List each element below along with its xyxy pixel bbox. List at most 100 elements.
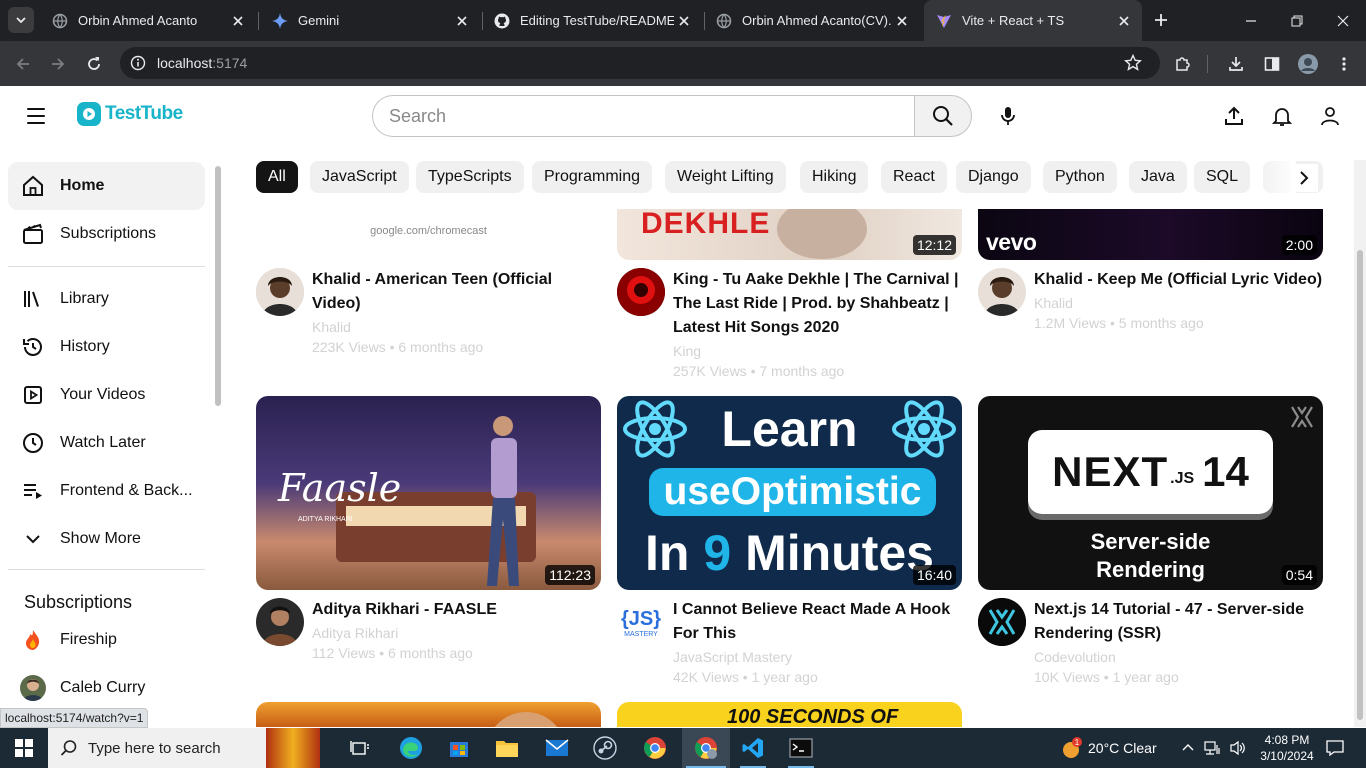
video-title[interactable]: Khalid - American Teen (Official Video) (312, 268, 602, 316)
network-icon[interactable] (1200, 728, 1224, 768)
channel-avatar[interactable]: {JS} MASTERY (617, 598, 665, 646)
video-title[interactable]: Next.js 14 Tutorial - 47 - Server-side R… (1034, 598, 1324, 646)
taskbar-search-box[interactable]: Type here to search (48, 728, 320, 768)
sidebar-item-home[interactable]: Home (8, 162, 205, 210)
search-button[interactable] (914, 95, 972, 137)
category-pill[interactable]: All (256, 161, 298, 193)
browser-tab[interactable]: Orbin Ahmed Acanto(CV).pc (704, 0, 920, 41)
sidebar-item-subscriptions[interactable]: Subscriptions (8, 210, 205, 258)
channel-name[interactable]: Khalid (312, 319, 351, 335)
taskbar-app-chrome[interactable] (634, 728, 676, 768)
subscription-item[interactable]: Caleb Curry (8, 664, 205, 712)
close-window-button[interactable] (1320, 0, 1366, 41)
sidebar-item-playlist[interactable]: Frontend & Back... (8, 467, 205, 515)
channel-name[interactable]: JavaScript Mastery (673, 649, 792, 665)
category-pill[interactable]: Hiking (800, 161, 869, 193)
tab-search-button[interactable] (8, 7, 34, 33)
voice-search-button[interactable] (995, 103, 1021, 129)
sidebar-item-history[interactable]: History (8, 323, 205, 371)
video-title[interactable]: Aditya Rikhari - FAASLE (312, 598, 602, 622)
category-pill[interactable]: JavaScript (310, 161, 409, 193)
video-thumbnail[interactable] (256, 702, 601, 727)
upload-button[interactable] (1221, 103, 1247, 129)
sidebar-item-library[interactable]: Library (8, 275, 205, 323)
taskbar-app-chrome-active[interactable] (682, 728, 730, 768)
channel-name[interactable]: Codevolution (1034, 649, 1116, 665)
category-pill[interactable]: Programming (532, 161, 653, 193)
video-thumbnail[interactable]: DEKHLE 12:12 (617, 209, 962, 260)
video-thumbnail[interactable]: 100 SECONDS OF (617, 702, 962, 727)
category-pill[interactable]: Django (956, 161, 1031, 193)
tray-expand-button[interactable] (1178, 728, 1198, 768)
bookmark-star-icon[interactable] (1124, 53, 1142, 77)
taskbar-clock[interactable]: 4:08 PM 3/10/2024 (1254, 728, 1320, 768)
minimize-window-button[interactable] (1228, 0, 1274, 41)
page-scrollbar[interactable] (1354, 160, 1366, 727)
channel-avatar[interactable] (256, 268, 304, 316)
video-title[interactable]: Khalid - Keep Me (Official Lyric Video) (1034, 268, 1324, 292)
site-info-icon[interactable] (130, 55, 146, 76)
back-button[interactable] (10, 51, 36, 77)
search-input[interactable] (372, 95, 915, 137)
taskbar-app-vscode[interactable] (732, 728, 774, 768)
close-tab-icon[interactable] (452, 11, 472, 31)
weather-widget-icon[interactable]: 1 (1056, 728, 1086, 768)
sidebar-scrollbar-thumb[interactable] (215, 166, 221, 406)
restore-window-button[interactable] (1274, 0, 1320, 41)
task-view-button[interactable] (340, 728, 380, 768)
channel-avatar[interactable] (978, 598, 1026, 646)
close-tab-icon[interactable] (228, 11, 248, 31)
taskbar-app-edge[interactable] (390, 728, 432, 768)
notification-center-button[interactable] (1320, 728, 1350, 768)
channel-name[interactable]: Aditya Rikhari (312, 625, 398, 641)
sidebar-scrollbar[interactable] (214, 160, 222, 727)
forward-button[interactable] (45, 51, 71, 77)
category-pill[interactable]: Python (1043, 161, 1117, 193)
video-title[interactable]: King - Tu Aake Dekhle | The Carnival | T… (673, 268, 963, 340)
channel-avatar[interactable] (617, 268, 665, 316)
sidebar-item-your-videos[interactable]: Your Videos (8, 371, 205, 419)
close-tab-icon[interactable] (892, 11, 912, 31)
close-tab-icon[interactable] (1114, 11, 1134, 31)
app-logo[interactable]: TestTube (77, 102, 183, 126)
taskbar-app-file-explorer[interactable] (486, 728, 528, 768)
channel-name[interactable]: Khalid (1034, 295, 1073, 311)
category-pill[interactable]: TypeScripts (416, 161, 524, 193)
browser-menu-button[interactable] (1331, 51, 1357, 77)
browser-tab-active[interactable]: Vite + React + TS (924, 0, 1142, 41)
side-panel-button[interactable] (1259, 51, 1285, 77)
start-button[interactable] (0, 728, 48, 768)
reload-button[interactable] (81, 51, 107, 77)
close-tab-icon[interactable] (674, 11, 694, 31)
channel-avatar[interactable] (256, 598, 304, 646)
video-thumbnail[interactable]: NEXT .JS 14 Server-side Rendering 0:54 (978, 396, 1323, 590)
extensions-button[interactable] (1170, 51, 1196, 77)
category-pill[interactable]: Java (1129, 161, 1187, 193)
menu-toggle-button[interactable] (24, 106, 48, 126)
profile-button[interactable] (1295, 51, 1321, 77)
user-account-button[interactable] (1317, 103, 1343, 129)
taskbar-app-terminal[interactable] (780, 728, 822, 768)
video-thumbnail[interactable]: Learn useOptimistic In 9 Minutes 16:40 (617, 396, 962, 590)
address-bar[interactable]: localhost:5174 (120, 47, 1160, 79)
category-scroll-right-button[interactable] (1290, 164, 1318, 192)
video-thumbnail[interactable]: vevo 2:00 (978, 209, 1323, 260)
video-thumbnail[interactable]: google.com/chromecast (256, 209, 601, 260)
taskbar-app-steam[interactable] (584, 728, 626, 768)
taskbar-app-store[interactable] (438, 728, 480, 768)
new-tab-button[interactable] (1150, 9, 1172, 31)
notifications-button[interactable] (1269, 103, 1295, 129)
category-pill[interactable]: SQL (1194, 161, 1251, 193)
category-pill[interactable]: Weight Lifting (665, 161, 786, 193)
volume-icon[interactable] (1226, 728, 1250, 768)
browser-tab[interactable]: Orbin Ahmed Acanto (40, 0, 256, 41)
video-thumbnail[interactable]: Faasle ADITYA RIKHARI 112:23 (256, 396, 601, 590)
category-pill[interactable]: React (881, 161, 947, 193)
channel-avatar[interactable] (978, 268, 1026, 316)
subscription-item[interactable]: Fireship (8, 616, 205, 664)
video-title[interactable]: I Cannot Believe React Made A Hook For T… (673, 598, 963, 646)
weather-widget-text[interactable]: 20°C Clear (1088, 728, 1168, 768)
channel-name[interactable]: King (673, 343, 701, 359)
taskbar-app-mail[interactable] (536, 728, 578, 768)
downloads-button[interactable] (1223, 51, 1249, 77)
